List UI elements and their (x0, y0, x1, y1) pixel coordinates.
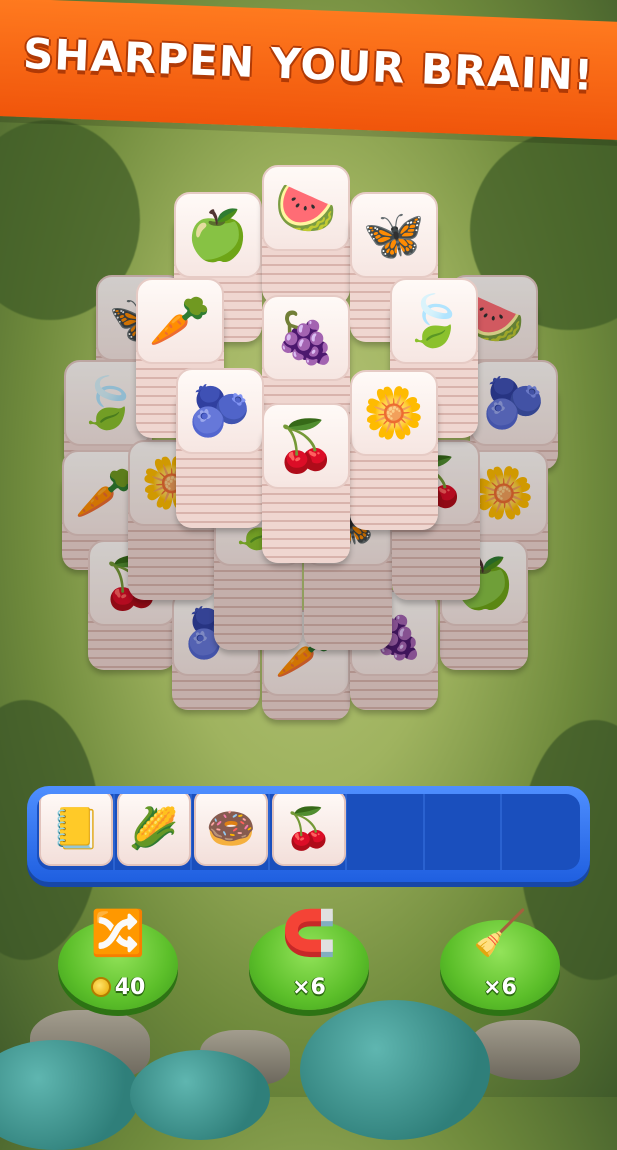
tray-slot: 🍩 (192, 794, 270, 870)
magnet-booster[interactable]: 🧲 ×6 (249, 912, 369, 1010)
vacuum-booster[interactable]: 🧹 ×6 (440, 912, 560, 1010)
shuffle-icon: 🔀 (90, 908, 146, 959)
tray-slot (425, 794, 502, 870)
grape-tile[interactable]: 🍇 (262, 295, 350, 381)
vacuum-count: ×6 (483, 975, 517, 1000)
vacuum-icon: 🧹 (472, 908, 528, 959)
tray-slot: 📒 (37, 794, 115, 870)
cherry-tile: 🍒 (271, 794, 346, 866)
flower-tile[interactable]: 🌼 (350, 370, 438, 456)
butterfly-tile[interactable]: 🦋 (350, 192, 438, 278)
tray-slot: 🍒 (270, 794, 347, 870)
cherry-tile[interactable]: 🍒 (262, 403, 350, 489)
shuffle-cost: 40 (58, 975, 178, 1000)
corn-tile: 🌽 (116, 794, 191, 866)
leaf-tile[interactable]: 🍃 (390, 278, 478, 364)
tray-slot (347, 794, 425, 870)
tray-slot (502, 794, 580, 870)
donut-tile: 🍩 (194, 794, 268, 866)
tray-slot: 🌽 (115, 794, 192, 870)
carrot-tile[interactable]: 🥕 (136, 278, 224, 364)
shuffle-cost-value: 40 (114, 975, 146, 1000)
coin-icon (90, 977, 111, 997)
blueberry-tile[interactable]: 🫐 (176, 368, 264, 454)
magnet-count: ×6 (292, 975, 326, 1000)
collection-tray: 📒 🌽 🍩 🍒 (27, 786, 590, 882)
notebook-tile: 📒 (39, 794, 113, 866)
blueberry-tile: 🫐 (470, 360, 558, 446)
shuffle-booster[interactable]: 🔀 40 (58, 912, 178, 1010)
strawberry-tile[interactable]: 🍉 (262, 165, 350, 251)
apple-tile[interactable]: 🍏 (174, 192, 262, 278)
magnet-icon: 🧲 (281, 908, 337, 959)
